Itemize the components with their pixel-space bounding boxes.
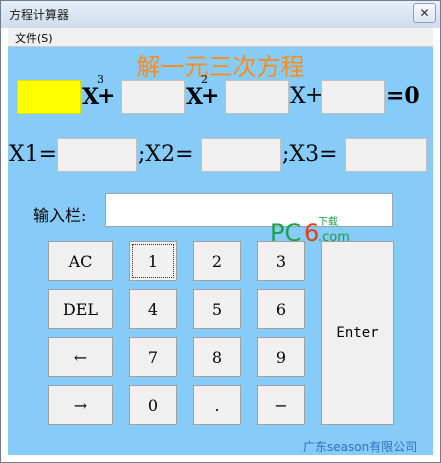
watermark-cn: 下载 [318,216,338,228]
calculator-panel: 解一元三次方程 X 3 + X 2 + X + =0 X1= ;X2= ;X3=… [8,47,433,455]
coefficient-c-field[interactable] [225,80,289,114]
root-x3-label: ;X3= [282,142,338,167]
root-x2-label: ;X2= [138,142,194,167]
root-x2-field [201,138,281,172]
enter-button[interactable]: Enter [321,241,394,425]
menu-item-file[interactable]: 文件(S) [15,30,53,46]
decimal-point-button[interactable]: . [193,385,241,425]
equals-zero: =0 [386,83,420,109]
root-x3-field [345,138,427,172]
company-footer: 广东season有限公司 [303,440,418,454]
left-arrow-icon: ← [73,347,88,367]
right-arrow-button[interactable]: → [48,385,113,425]
coefficient-b-field[interactable] [121,80,185,114]
digit-0-button[interactable]: 0 [129,385,177,425]
digit-3-button[interactable]: 3 [257,241,305,281]
coefficient-d-field[interactable] [321,80,385,114]
digit-4-button[interactable]: 4 [129,289,177,329]
x-term: X [290,84,306,109]
digit-9-button[interactable]: 9 [257,337,305,377]
app-window: 方程计算器 ✕ 文件(S) 解一元三次方程 X 3 + X 2 + X + =0… [0,0,441,463]
ac-button[interactable]: AC [48,241,113,281]
close-icon: ✕ [419,6,430,20]
close-button[interactable]: ✕ [413,3,436,23]
minus-button[interactable]: − [257,385,305,425]
right-arrow-icon: → [73,395,88,415]
watermark-six: 6 [304,219,319,247]
plus-sign-1: + [97,83,116,109]
plus-sign-2: + [201,83,220,109]
digit-1-button[interactable]: 1 [129,241,177,281]
left-arrow-button[interactable]: ← [48,337,113,377]
window-title: 方程计算器 [9,8,70,22]
menu-bar: 文件(S) [8,28,433,47]
page-title: 解一元三次方程 [136,53,305,81]
digit-6-button[interactable]: 6 [257,289,305,329]
digit-2-button[interactable]: 2 [193,241,241,281]
root-x1-label: X1= [9,142,58,167]
digit-8-button[interactable]: 8 [193,337,241,377]
title-bar[interactable]: 方程计算器 ✕ [1,1,440,28]
digit-5-button[interactable]: 5 [193,289,241,329]
root-x1-field [57,138,137,172]
digit-7-button[interactable]: 7 [129,337,177,377]
coefficient-a-field[interactable] [17,80,81,114]
del-button[interactable]: DEL [48,289,113,329]
input-label: 输入栏: [33,206,87,225]
